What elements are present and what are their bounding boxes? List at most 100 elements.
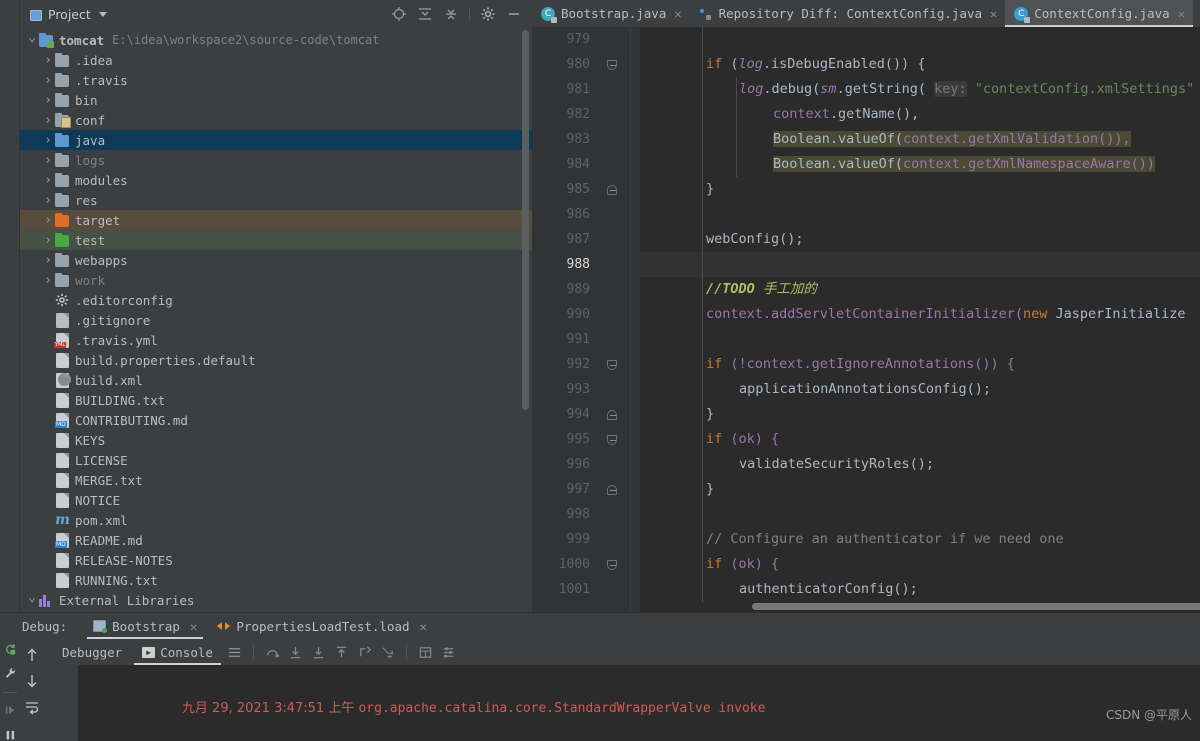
step-up-icon[interactable] [24,647,40,663]
tree-item-webapps[interactable]: ›webapps [20,250,532,270]
tree-item-tomcat[interactable]: ⌄tomcatE:\idea\workspace2\source-code\to… [20,30,532,50]
boolean-valueof: Boolean.valueOf( [773,131,903,147]
tree-item-keys[interactable]: KEYS [20,430,532,450]
chevron-right-icon[interactable]: › [42,193,54,208]
hide-minimize-icon[interactable] [506,6,522,22]
soft-wrap-icon[interactable] [24,699,40,715]
editor-tab-overflow[interactable]: C F [1193,0,1200,27]
tree-item--editorconfig[interactable]: .editorconfig [20,290,532,310]
tree-item-test[interactable]: ›test [20,230,532,250]
collapse-all-icon[interactable] [443,6,459,22]
debug-session-tab-bootstrap[interactable]: Bootstrap ✕ [83,613,207,639]
tree-item--travis-yml[interactable]: .travis.yml [20,330,532,350]
project-panel-scrollbar[interactable] [522,30,529,410]
code-text-area[interactable]: if (log.isDebugEnabled()) { log.debug(sm… [640,27,1200,612]
debug-session-tab-label: PropertiesLoadTest.load [236,619,409,634]
editor-tab-repository-diff[interactable]: Repository Diff: ContextConfig.java ✕ [690,0,1006,27]
chevron-right-icon[interactable]: › [42,113,54,128]
tree-item-build-xml[interactable]: build.xml [20,370,532,390]
close-icon[interactable]: ✕ [1178,7,1185,21]
force-step-into-icon[interactable] [311,645,326,660]
editor-horizontal-scrollbar[interactable] [752,603,1200,610]
editor-gutter[interactable]: 9799809819829839849859869879889899909919… [532,27,640,612]
close-icon[interactable]: ✕ [990,7,997,21]
chevron-right-icon[interactable]: › [42,253,54,268]
tree-item-license[interactable]: LICENSE [20,450,532,470]
drop-frame-icon[interactable] [357,645,372,660]
chevron-right-icon[interactable]: › [42,213,54,228]
debug-tab-debugger[interactable]: Debugger [52,639,132,665]
fold-close-icon[interactable] [602,177,622,202]
expand-all-icon[interactable] [417,6,433,22]
tree-item-work[interactable]: ›work [20,270,532,290]
tree-item-merge-txt[interactable]: MERGE.txt [20,470,532,490]
tree-item-notice[interactable]: NOTICE [20,490,532,510]
close-icon[interactable]: ✕ [420,619,428,634]
fold-spacer [602,577,622,602]
project-tree[interactable]: ⌄tomcatE:\idea\workspace2\source-code\to… [20,28,532,610]
resume-program-icon[interactable] [2,704,19,716]
tree-item-java[interactable]: ›java [20,130,532,150]
code-line: if (!context.getIgnoreAnnotations()) { [640,352,1200,377]
evaluate-expression-icon[interactable] [418,645,433,660]
chevron-right-icon[interactable]: › [42,73,54,88]
settings-wrench-icon[interactable] [2,667,19,679]
settings-gear-icon[interactable] [480,6,496,22]
tree-item-contributing-md[interactable]: CONTRIBUTING.md [20,410,532,430]
tree-item--travis[interactable]: ›.travis [20,70,532,90]
chevron-right-icon[interactable]: › [42,93,54,108]
step-over-icon[interactable] [265,645,280,660]
tree-item-running-txt[interactable]: RUNNING.txt [20,570,532,590]
code-line: context.getName(), [640,102,1200,127]
tree-item-logs[interactable]: ›logs [20,150,532,170]
chevron-down-icon[interactable] [99,12,107,17]
tree-item--gitignore[interactable]: .gitignore [20,310,532,330]
chevron-right-icon[interactable]: › [42,173,54,188]
editor-tab-contextconfig[interactable]: C ContextConfig.java ✕ [1005,0,1193,27]
editor-tab-bootstrap[interactable]: C Bootstrap.java ✕ [532,0,690,27]
chevron-down-icon[interactable]: ⌄ [26,30,38,45]
pause-program-icon[interactable] [2,729,19,741]
line-number: 980 [532,52,598,77]
rerun-icon[interactable] [2,643,19,655]
close-icon[interactable]: ✕ [674,7,681,21]
step-down-icon[interactable] [24,673,40,689]
close-icon[interactable]: ✕ [190,619,198,634]
tree-item-pom-xml[interactable]: mpom.xml [20,510,532,530]
chevron-right-icon[interactable]: › [42,153,54,168]
tree-item-external-libraries[interactable]: ⌄External Libraries [20,590,532,610]
tree-item-build-properties-default[interactable]: build.properties.default [20,350,532,370]
tree-item-modules[interactable]: ›modules [20,170,532,190]
debug-session-tab-propertiesloadtest[interactable]: PropertiesLoadTest.load ✕ [207,613,437,639]
run-to-cursor-icon[interactable] [380,645,395,660]
step-out-icon[interactable] [334,645,349,660]
tree-item-readme-md[interactable]: README.md [20,530,532,550]
chevron-down-icon[interactable]: ⌄ [26,590,38,605]
debug-tab-console[interactable]: ▶ Console [132,639,223,665]
tree-item--idea[interactable]: ›.idea [20,50,532,70]
fold-close-icon[interactable] [602,402,622,427]
tree-item-conf[interactable]: ›conf [20,110,532,130]
tree-item-target[interactable]: ›target [20,210,532,230]
settings-list-icon[interactable] [441,645,456,660]
console-output[interactable]: 九月 29, 2021 3:47:51 上午 org.apache.catali… [78,665,1200,741]
editor-area: C Bootstrap.java ✕ Repository Diff: Cont… [532,0,1200,612]
fold-close-icon[interactable] [602,477,622,502]
fold-open-icon[interactable] [602,552,622,577]
locate-icon[interactable] [391,6,407,22]
menu-icon[interactable] [227,645,242,660]
chevron-right-icon[interactable]: › [42,273,54,288]
fold-open-icon[interactable] [602,427,622,452]
code-editor[interactable]: 9799809819829839849859869879889899909919… [532,27,1200,612]
tree-item-building-txt[interactable]: BUILDING.txt [20,390,532,410]
code-folding-column[interactable] [602,27,622,612]
tree-item-release-notes[interactable]: RELEASE-NOTES [20,550,532,570]
tree-item-res[interactable]: ›res [20,190,532,210]
chevron-right-icon[interactable]: › [42,233,54,248]
tree-item-bin[interactable]: ›bin [20,90,532,110]
chevron-right-icon[interactable]: › [42,133,54,148]
step-into-icon[interactable] [288,645,303,660]
fold-open-icon[interactable] [602,52,622,77]
fold-open-icon[interactable] [602,352,622,377]
chevron-right-icon[interactable]: › [42,53,54,68]
